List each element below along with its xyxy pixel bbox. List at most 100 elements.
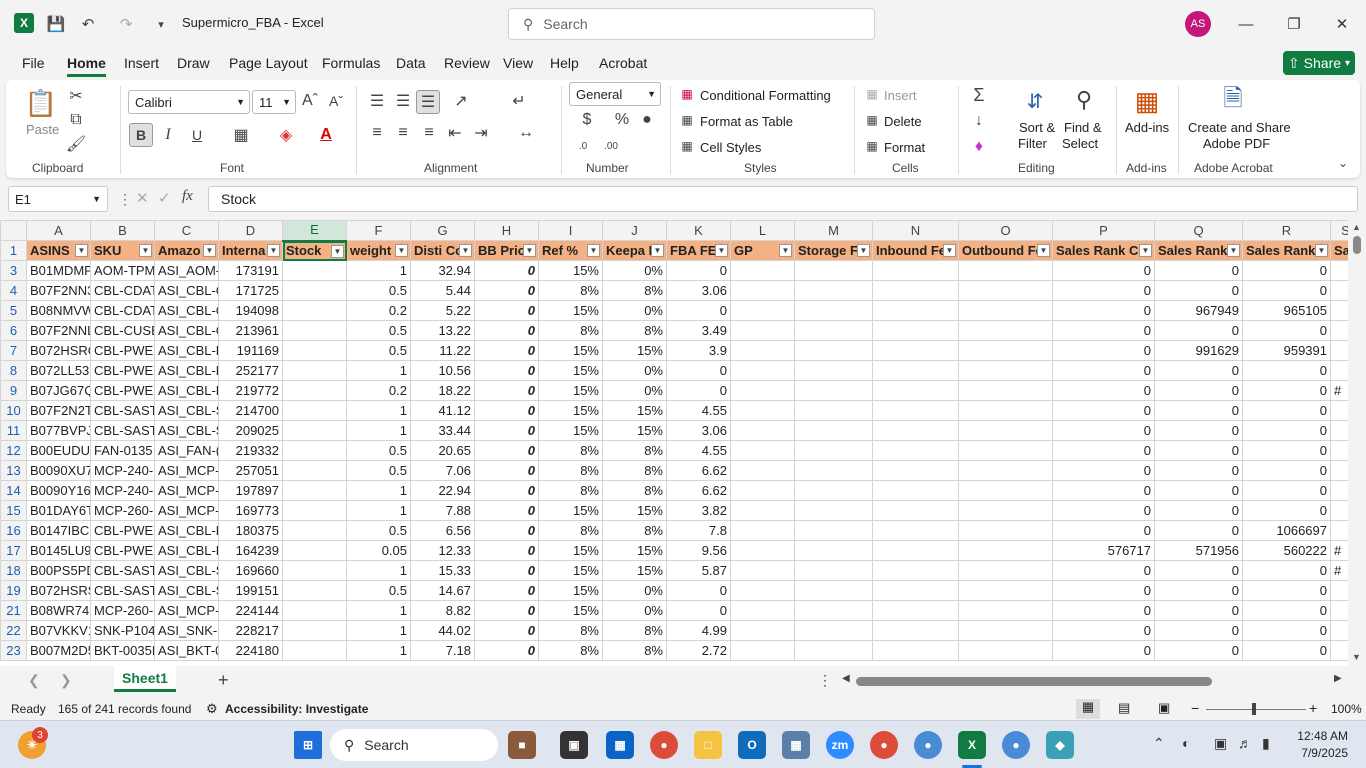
filter-dropdown-icon[interactable]: ▼ — [651, 244, 664, 257]
cell[interactable]: 1 — [346, 500, 411, 521]
cell[interactable]: CBL-SAST- — [90, 580, 155, 601]
filter-dropdown-icon[interactable]: ▼ — [1315, 244, 1328, 257]
cell[interactable]: 0 — [1242, 480, 1331, 501]
cell[interactable]: 9.56 — [666, 540, 731, 561]
cell[interactable]: 0 — [1154, 440, 1243, 461]
column-header-cell[interactable]: Interna ▼ — [218, 240, 283, 261]
cell[interactable]: 10.56 — [410, 360, 475, 381]
cell[interactable] — [730, 400, 795, 421]
display-icon[interactable]: ▣ — [1214, 735, 1227, 752]
cell[interactable]: 0 — [1052, 420, 1155, 441]
cell[interactable]: 0 — [474, 440, 539, 461]
cell[interactable]: 228217 — [218, 620, 283, 641]
column-header-cell[interactable]: Sales Rank ▼ — [1154, 240, 1243, 261]
font-name-select[interactable]: Calibri ▼ — [128, 90, 250, 114]
cell[interactable]: 965105 — [1242, 300, 1331, 321]
cancel-icon[interactable]: ✕ — [136, 189, 149, 207]
cell[interactable]: B07VKKV1 — [26, 620, 91, 641]
insert-function-icon[interactable]: fx — [182, 188, 193, 205]
cell[interactable]: 15% — [538, 360, 603, 381]
cut-icon[interactable]: ✂ — [66, 86, 86, 106]
cell[interactable]: 0.5 — [346, 520, 411, 541]
cell[interactable] — [730, 640, 795, 661]
cell[interactable]: 0 — [1242, 500, 1331, 521]
cell[interactable] — [872, 560, 959, 581]
decrease-indent-icon[interactable]: ⇤ — [444, 122, 466, 144]
sort-label[interactable]: Sort & — [1019, 120, 1055, 135]
cell[interactable]: 0 — [1154, 580, 1243, 601]
align-center-icon[interactable]: ≡ — [392, 122, 414, 144]
cell[interactable]: 0.5 — [346, 280, 411, 301]
formula-input[interactable]: Stock — [208, 186, 1358, 212]
sort-filter-icon[interactable]: ⇵ — [1020, 86, 1050, 116]
column-header[interactable]: I — [538, 220, 603, 241]
filter-dropdown-icon[interactable]: ▼ — [587, 244, 600, 257]
cell[interactable]: 15% — [538, 540, 603, 561]
currency-icon[interactable]: $ — [572, 110, 602, 130]
cell[interactable] — [730, 460, 795, 481]
save-icon[interactable]: 💾 — [46, 12, 66, 36]
column-header[interactable]: J — [602, 220, 667, 241]
cell[interactable]: 15% — [538, 380, 603, 401]
cell[interactable]: 0 — [1154, 620, 1243, 641]
cell[interactable]: 8% — [538, 480, 603, 501]
cell[interactable]: ASI_MCP- — [154, 460, 219, 481]
cell[interactable]: 0 — [474, 580, 539, 601]
cell[interactable]: 199151 — [218, 580, 283, 601]
cell[interactable]: 0 — [1052, 500, 1155, 521]
zoom-slider-thumb[interactable] — [1252, 703, 1256, 715]
cell[interactable]: CBL-PWEX — [90, 540, 155, 561]
cell[interactable]: 44.02 — [410, 620, 475, 641]
column-header[interactable]: Q — [1154, 220, 1243, 241]
cell[interactable] — [730, 500, 795, 521]
cell[interactable]: 0 — [1154, 380, 1243, 401]
column-header[interactable]: R — [1242, 220, 1331, 241]
cell[interactable]: 0 — [1052, 280, 1155, 301]
cell[interactable]: 22.94 — [410, 480, 475, 501]
cell[interactable] — [1330, 260, 1348, 281]
cell[interactable]: 169773 — [218, 500, 283, 521]
cell[interactable] — [958, 540, 1053, 561]
filter-dropdown-icon[interactable]: ▼ — [139, 244, 152, 257]
cell[interactable]: 8% — [602, 440, 667, 461]
cell[interactable]: 11.22 — [410, 340, 475, 361]
store-icon[interactable]: ▦ — [606, 731, 634, 759]
cell[interactable] — [958, 480, 1053, 501]
cell[interactable] — [1330, 400, 1348, 421]
cell[interactable]: 0 — [474, 560, 539, 581]
cell[interactable] — [730, 280, 795, 301]
chocolate-app-icon[interactable]: ■ — [508, 731, 536, 759]
terminal-icon[interactable]: ▣ — [560, 731, 588, 759]
cell[interactable]: 0 — [1242, 320, 1331, 341]
cell[interactable]: 15% — [538, 560, 603, 581]
cell[interactable] — [794, 340, 873, 361]
cell[interactable]: 7.18 — [410, 640, 475, 661]
cell[interactable]: ASI_MCP- — [154, 480, 219, 501]
cell[interactable]: 0 — [666, 380, 731, 401]
cell[interactable] — [730, 420, 795, 441]
row-number[interactable]: 4 — [0, 280, 27, 301]
cell[interactable]: 576717 — [1052, 540, 1155, 561]
cell[interactable]: 20.65 — [410, 440, 475, 461]
cell[interactable]: 0 — [474, 380, 539, 401]
align-right-icon[interactable]: ≡ — [418, 122, 440, 144]
row-number[interactable]: 11 — [0, 420, 27, 441]
cell[interactable]: MCP-240-( — [90, 480, 155, 501]
cell[interactable]: 967949 — [1154, 300, 1243, 321]
column-header[interactable]: O — [958, 220, 1053, 241]
undo-icon[interactable]: ↶ — [76, 12, 100, 36]
cell[interactable]: 0.2 — [346, 300, 411, 321]
delete-cells-button[interactable]: Delete — [884, 114, 922, 129]
cell[interactable]: 15% — [538, 400, 603, 421]
cell[interactable]: 560222 — [1242, 540, 1331, 561]
cell[interactable]: 15% — [538, 340, 603, 361]
cell[interactable] — [872, 420, 959, 441]
row-number[interactable]: 15 — [0, 500, 27, 521]
cell[interactable]: B007M2D5 — [26, 640, 91, 661]
column-header-cell[interactable]: BB Pric ▼ — [474, 240, 539, 261]
cell[interactable]: 0 — [474, 420, 539, 441]
cell[interactable]: 0% — [602, 360, 667, 381]
column-header-cell[interactable]: Outbound Fe ▼ — [958, 240, 1053, 261]
column-header[interactable]: B — [90, 220, 155, 241]
normal-view-icon[interactable]: ▦ — [1076, 699, 1100, 719]
